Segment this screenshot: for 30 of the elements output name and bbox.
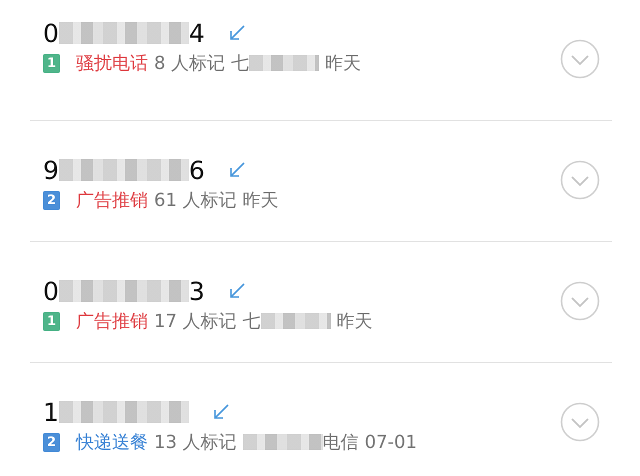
expand-icon[interactable] (560, 281, 600, 321)
tag-label: 骚扰电话 (76, 52, 148, 75)
location-text: 七 (242, 310, 261, 333)
phone-number: 4 (188, 18, 205, 48)
call-time: 昨天 (325, 52, 362, 75)
phone-number: 0 (43, 276, 59, 306)
rank-badge: 1 (43, 54, 60, 72)
rank-badge: 1 (43, 312, 60, 330)
mark-count: 17 人标记 (154, 310, 237, 333)
tag-label: 广告推销 (76, 189, 148, 212)
tag-label: 快递送餐 (76, 431, 148, 454)
mark-count: 61 人标记 (154, 189, 237, 212)
phone-number: 0 (43, 18, 59, 48)
mark-count: 13 人标记 (154, 431, 237, 454)
rank-badge: 2 (43, 432, 60, 452)
phone-number: 1 (43, 398, 59, 426)
expand-icon[interactable] (560, 402, 600, 442)
phone-number: 3 (188, 276, 205, 306)
mark-count: 8 人标记 (154, 52, 226, 75)
expand-icon[interactable] (560, 39, 600, 79)
tag-label: 广告推销 (76, 310, 148, 333)
call-time: 昨天 (336, 310, 373, 333)
phone-number: 6 (188, 156, 205, 184)
expand-icon[interactable] (560, 160, 600, 200)
rank-badge: 2 (43, 190, 60, 210)
call-time: 昨天 (242, 189, 279, 212)
location-text: 七 (231, 52, 250, 75)
location-text: 电信 (322, 431, 359, 454)
phone-number: 9 (43, 156, 59, 184)
call-time: 07-01 (364, 432, 417, 452)
